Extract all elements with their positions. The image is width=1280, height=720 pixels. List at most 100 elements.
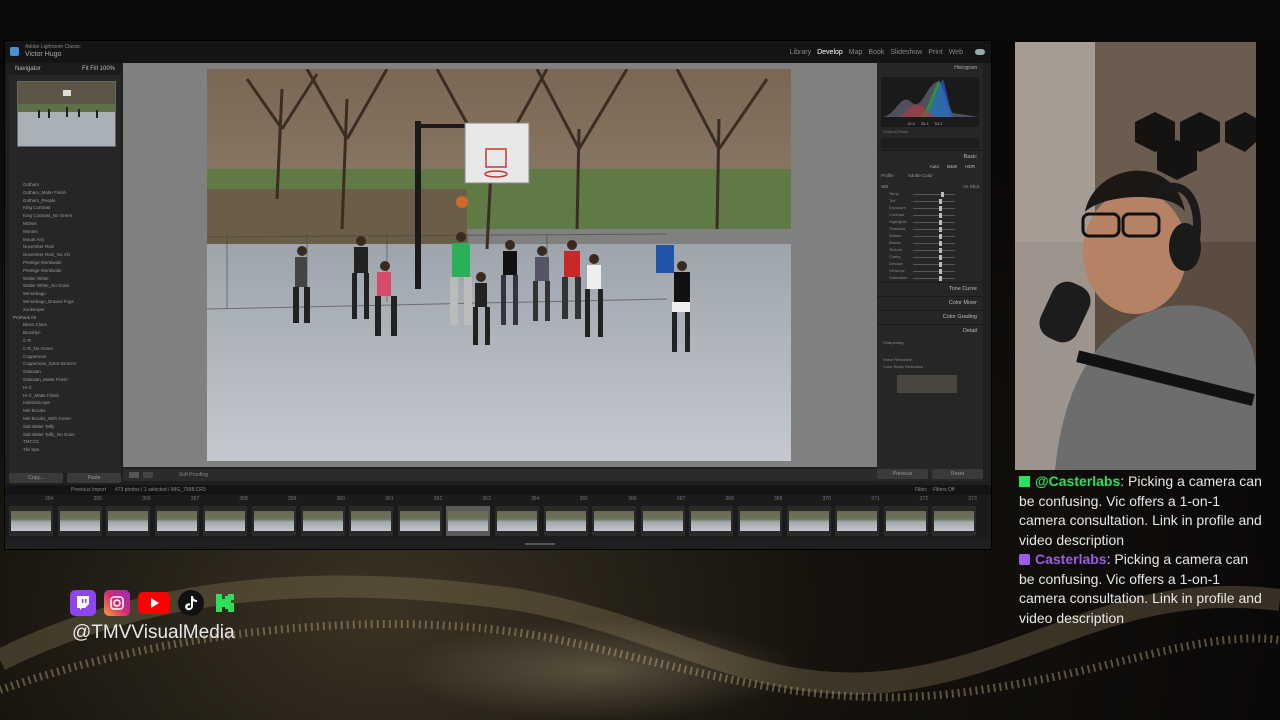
preset-item[interactable]: Mel Brooks_With Green — [9, 415, 121, 423]
slider-temp[interactable]: Temp — [883, 191, 977, 198]
module-library[interactable]: Library — [790, 49, 811, 56]
detail-section[interactable]: Detail — [877, 324, 983, 338]
slider-shadows[interactable]: Shadows — [883, 226, 977, 233]
loupe-view-icon[interactable] — [129, 472, 139, 478]
basic-section-header[interactable]: Basic — [877, 150, 983, 164]
preset-item[interactable]: Salt Water Taffy — [9, 423, 121, 431]
module-slideshow[interactable]: Slideshow — [890, 49, 922, 56]
slider-track[interactable] — [913, 243, 955, 244]
film-thumbnail[interactable] — [57, 506, 102, 536]
module-web[interactable]: Web — [949, 49, 963, 56]
preset-item[interactable]: Montes — [9, 228, 121, 236]
preset-item[interactable]: Prestige Worldwide — [9, 259, 121, 267]
film-thumbnail[interactable] — [154, 506, 199, 536]
preset-item[interactable]: Walter White — [9, 275, 121, 283]
film-thumbnail[interactable] — [543, 506, 588, 536]
slider-track[interactable] — [913, 208, 955, 209]
preset-item[interactable]: Salt Water Taffy_No Grain — [9, 431, 121, 439]
zoom-fit[interactable]: Fit — [82, 66, 89, 72]
preset-item[interactable]: Galaxian — [9, 368, 121, 376]
filmstrip-source[interactable]: Previous Import — [71, 487, 106, 493]
previous-button[interactable]: Previous — [877, 469, 928, 479]
slider-track[interactable] — [913, 236, 955, 237]
film-thumbnail[interactable] — [397, 506, 442, 536]
preset-item[interactable]: Tiki Spa — [9, 446, 121, 454]
filmstrip-scrollbar[interactable] — [525, 543, 555, 545]
paste-button[interactable]: Paste — [67, 473, 121, 483]
preset-item[interactable]: Zookeeper — [9, 306, 121, 314]
photo-canvas[interactable] — [123, 63, 877, 467]
preset-item[interactable]: Winnebago_Erased Fogs — [9, 298, 121, 306]
slider-knob[interactable] — [938, 199, 942, 204]
slider-track[interactable] — [913, 264, 955, 265]
slider-knob[interactable] — [938, 248, 942, 253]
slider-track[interactable] — [913, 257, 955, 258]
slider-track[interactable] — [913, 278, 955, 279]
softproof-label[interactable]: Soft Proofing — [179, 472, 208, 478]
slider-knob[interactable] — [938, 206, 942, 211]
preset-item[interactable]: C-R — [9, 337, 121, 345]
preset-item[interactable]: Brooklyn — [9, 329, 121, 337]
film-thumbnail[interactable] — [786, 506, 831, 536]
film-thumbnail[interactable] — [446, 506, 491, 536]
slider-track[interactable] — [913, 194, 955, 195]
film-thumbnail[interactable] — [252, 506, 296, 536]
slider-knob[interactable] — [938, 213, 942, 218]
color-grading-section[interactable]: Color Grading — [877, 310, 983, 324]
before-after-icon[interactable] — [143, 472, 153, 478]
slider-track[interactable] — [913, 250, 955, 251]
film-thumbnail[interactable] — [592, 506, 637, 536]
preset-item[interactable]: Winnebago — [9, 290, 121, 298]
slider-knob[interactable] — [941, 192, 945, 197]
slider-knob[interactable] — [938, 262, 942, 267]
film-thumbnail[interactable] — [835, 506, 880, 536]
navigator-thumbnail[interactable] — [17, 81, 116, 147]
film-thumbnail[interactable] — [203, 506, 248, 536]
slider-track[interactable] — [913, 229, 955, 230]
preset-item[interactable]: Coppertone — [9, 353, 121, 361]
module-map[interactable]: Map — [849, 49, 863, 56]
slider-dehaze[interactable]: Dehaze — [883, 261, 977, 268]
film-thumbnail[interactable] — [106, 506, 151, 536]
color-mixer-section[interactable]: Color Mixer — [877, 296, 983, 310]
treatment-bw[interactable]: B&W — [947, 164, 957, 169]
slider-saturation[interactable]: Saturation — [883, 275, 977, 282]
preset-item[interactable]: Mount Airy — [9, 236, 121, 244]
preset-item[interactable]: Gotham — [9, 181, 121, 189]
preset-item[interactable]: Galaxian_Matte Finish — [9, 376, 121, 384]
preset-item[interactable]: Walter White_No Grain — [9, 282, 121, 290]
film-thumbnail[interactable] — [349, 506, 394, 536]
original-photo-toggle[interactable]: Original Photo — [877, 127, 983, 136]
slider-highlights[interactable]: Highlights — [883, 219, 977, 226]
film-thumbnail[interactable] — [300, 506, 345, 536]
preset-item[interactable]: C-R_No Green — [9, 345, 121, 353]
slider-knob[interactable] — [938, 276, 942, 281]
slider-track[interactable] — [913, 201, 955, 202]
film-thumbnail[interactable] — [883, 506, 928, 536]
slider-tint[interactable]: Tint — [883, 198, 977, 205]
tone-curve-section[interactable]: Tone Curve — [877, 282, 983, 296]
preset-item[interactable]: Gotham_Matte Finish — [9, 189, 121, 197]
treatment-auto[interactable]: Auto — [930, 164, 939, 169]
slider-track[interactable] — [913, 215, 955, 216]
profile-value[interactable]: Adobe Color — [908, 173, 933, 178]
filter-value[interactable]: Filters Off — [933, 487, 955, 493]
preset-group[interactable]: ProPack 04 — [9, 314, 121, 322]
module-book[interactable]: Book — [868, 49, 884, 56]
preset-item[interactable]: Gotham_People — [9, 197, 121, 205]
preset-item[interactable]: TMCCC — [9, 438, 121, 446]
histogram[interactable]: 15.8 35.4 53.3 — [881, 77, 979, 127]
slider-whites[interactable]: Whites — [883, 233, 977, 240]
slider-exposure[interactable]: Exposure — [883, 205, 977, 212]
wb-value[interactable]: As Shot — [963, 184, 979, 189]
slider-texture[interactable]: Texture — [883, 247, 977, 254]
slider-knob[interactable] — [938, 227, 942, 232]
preset-item[interactable]: November Rain_No VG — [9, 251, 121, 259]
preset-item[interactable]: November Rain — [9, 243, 121, 251]
film-thumbnail[interactable] — [932, 506, 977, 536]
zoom-fill[interactable]: Fill — [90, 66, 98, 72]
slider-blacks[interactable]: Blacks — [883, 240, 977, 247]
slider-track[interactable] — [913, 271, 955, 272]
film-thumbnail[interactable] — [9, 506, 53, 536]
zoom-100[interactable]: 100% — [100, 66, 115, 72]
